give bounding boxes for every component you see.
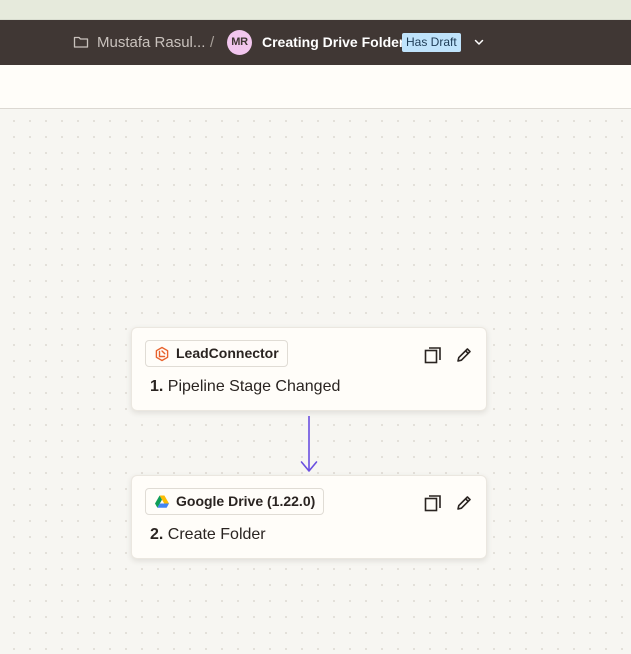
step-connector-arrow xyxy=(300,416,318,472)
step-title: 1. Pipeline Stage Changed xyxy=(150,378,340,396)
edit-icon[interactable] xyxy=(454,493,474,513)
copy-icon[interactable] xyxy=(423,345,443,365)
app-pill-leadconnector[interactable]: LeadConnector xyxy=(145,340,288,367)
step-number: 1. xyxy=(150,378,164,395)
status-badge: Has Draft xyxy=(402,33,461,52)
editor-toolbar xyxy=(0,65,631,109)
breadcrumb-folder[interactable]: Mustafa Rasul... xyxy=(97,20,205,65)
app-name: Google Drive (1.22.0) xyxy=(176,493,316,509)
editor-header: Mustafa Rasul... / MR Creating Drive Fol… xyxy=(0,20,631,65)
app-pill-google-drive[interactable]: Google Drive (1.22.0) xyxy=(145,488,325,515)
browser-top-strip xyxy=(0,0,631,20)
breadcrumb-separator: / xyxy=(210,34,215,51)
step-event: Pipeline Stage Changed xyxy=(167,378,341,395)
edit-icon[interactable] xyxy=(454,345,474,365)
leadconnector-icon xyxy=(155,346,169,362)
folder-icon[interactable] xyxy=(73,34,89,50)
step-card-action[interactable]: Google Drive (1.22.0) 2. Create Folder xyxy=(131,475,487,559)
app-name: LeadConnector xyxy=(176,345,279,361)
copy-icon[interactable] xyxy=(423,493,443,513)
zap-title[interactable]: Creating Drive Folder xyxy=(262,20,404,65)
step-number: 2. xyxy=(150,526,164,543)
google-drive-icon xyxy=(155,495,169,508)
step-card-trigger[interactable]: LeadConnector 1. Pipeline Stage Changed xyxy=(131,327,487,411)
step-title: 2. Create Folder xyxy=(150,526,266,544)
avatar[interactable]: MR xyxy=(227,30,252,55)
chevron-down-icon[interactable] xyxy=(472,35,486,49)
step-event: Create Folder xyxy=(167,526,266,543)
